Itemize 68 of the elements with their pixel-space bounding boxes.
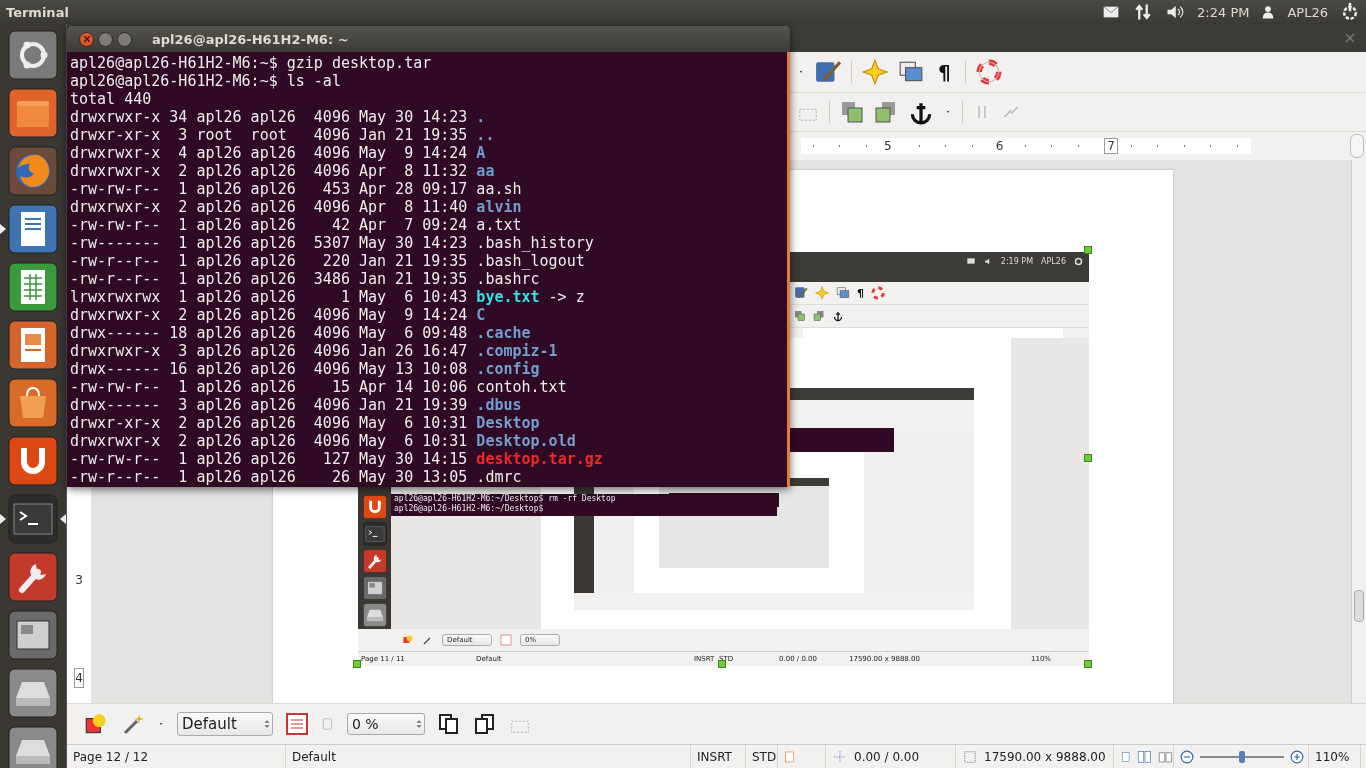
file-details: drwx------ 16 apl26 apl26 4096 May 13 10:08 <box>70 360 468 378</box>
file-details: drwxrwxr-x 2 apl26 apl26 4096 May 9 14:24 <box>70 306 468 324</box>
file-name: contoh.txt <box>476 378 567 396</box>
formatting-marks-toggle[interactable]: ¶ <box>857 286 864 300</box>
file-details: drwxrwxr-x 4 apl26 apl26 4096 May 9 14:24 <box>70 144 468 162</box>
file-name: aa <box>476 162 495 180</box>
file-details: -rw-r--r-- 1 apl26 apl26 26 May 30 13:05 <box>70 468 468 486</box>
file-details: -rw-r--r-- 1 apl26 apl26 3486 Jan 21 19:35 <box>70 270 468 288</box>
terminal-line: total 440 <box>70 90 152 108</box>
terminal-line: apl26@apl26-H61H2-M6:~/Desktop$ <box>394 504 545 514</box>
file-details: lrwxrwxrwx 1 apl26 apl26 1 May 6 10:43 <box>70 288 468 306</box>
terminal-line: apl26@apl26-H61H2-M6:~$ gzip desktop.tar <box>70 54 432 72</box>
app-title: Terminal <box>6 4 69 20</box>
file-details: -rw------- 1 apl26 apl26 5307 May 30 14:23 <box>70 234 468 252</box>
file-name: . <box>476 108 486 126</box>
file-name: desktop.tar.gz <box>476 450 603 468</box>
file-details: drwxrwxr-x 34 apl26 apl26 4096 May 30 14:23 <box>70 108 468 126</box>
file-details: -rw-r--r-- 1 apl26 apl26 220 Jan 21 19:35 <box>70 252 468 270</box>
ruler-number: 7 <box>1104 138 1118 154</box>
transparency-field[interactable]: 0 % <box>347 712 425 736</box>
file-name: Desktop <box>476 414 540 432</box>
file-details: drwxr-xr-x 3 root root 4096 Jan 21 19:35 <box>70 126 468 144</box>
page-style: Default <box>292 749 336 764</box>
file-name: A <box>476 144 486 162</box>
file-name: aa.sh <box>476 180 522 198</box>
file-name: .bash_logout <box>476 252 585 270</box>
link-target: -> z <box>548 288 585 306</box>
file-name: .dbus <box>476 396 522 414</box>
zoom-percentage[interactable]: 110% <box>1315 749 1350 764</box>
file-name: Desktop.old <box>476 432 576 450</box>
file-details: drwxr-xr-x 2 apl26 apl26 4096 May 6 10:31 <box>70 414 468 432</box>
file-name: a.txt <box>476 216 522 234</box>
paragraph-style-dropdown[interactable]: Default <box>177 712 273 736</box>
file-name: .bashrc <box>476 270 540 288</box>
page-indicator: Page 12 / 12 <box>73 749 149 764</box>
file-name: .config <box>476 360 540 378</box>
formatting-marks-toggle[interactable]: ¶ <box>934 60 955 84</box>
file-name: bye.txt <box>476 288 540 306</box>
file-name: .compiz-1 <box>476 342 558 360</box>
position-text: 0.00 / 0.00 <box>854 749 920 764</box>
terminal-line: apl26@apl26-H61H2-M6:~/Desktop$ rm -rf Desktop <box>394 494 617 504</box>
file-details: drwxrwxr-x 3 apl26 apl26 4096 Jan 26 16:47 <box>70 342 468 360</box>
file-name: C <box>476 306 486 324</box>
ruler-number: 4 <box>74 668 84 688</box>
file-details: drwxrwxr-x 2 apl26 apl26 4096 Apr 8 11:40 <box>70 198 468 216</box>
user-name: APL26 <box>1041 256 1066 266</box>
file-details: -rw-rw-r-- 1 apl26 apl26 127 May 30 14:15 <box>70 450 468 468</box>
user-name[interactable]: APL26 <box>1287 4 1328 20</box>
file-details: drwx------ 3 apl26 apl26 4096 Jan 21 19:39 <box>70 396 468 414</box>
file-details: drwx------ 18 apl26 apl26 4096 May 6 09:48 <box>70 324 468 342</box>
file-name: .bash_history <box>476 234 594 252</box>
file-details: -rw-rw-r-- 1 apl26 apl26 15 Apr 14 10:06 <box>70 378 468 396</box>
selection-mode: STD <box>752 749 777 764</box>
clock-text: 2:19 PM <box>1000 256 1034 266</box>
file-details: drwxrwxr-x 2 apl26 apl26 4096 Apr 8 11:32 <box>70 162 468 180</box>
file-name: .cache <box>476 324 531 342</box>
file-details: -rw-rw-r-- 1 apl26 apl26 453 Apr 28 09:17 <box>70 180 468 198</box>
file-name: alvin <box>476 198 522 216</box>
file-name: .dmrc <box>476 468 522 486</box>
ruler-number: 3 <box>74 572 84 589</box>
terminal-line: apl26@apl26-H61H2-M6:~$ ls -al <box>70 72 341 90</box>
clock-text[interactable]: 2:24 PM <box>1197 4 1250 20</box>
insert-mode: INSRT <box>697 749 732 764</box>
file-details: -rw-rw-r-- 1 apl26 apl26 42 Apr 7 09:24 <box>70 216 468 234</box>
file-details: drwxrwxr-x 2 apl26 apl26 4096 May 6 10:31 <box>70 432 468 450</box>
window-title: apl26@apl26-H61H2-M6: ~ <box>152 31 349 47</box>
file-name: .. <box>476 126 495 144</box>
size-text: 17590.00 x 9888.00 <box>984 749 1106 764</box>
